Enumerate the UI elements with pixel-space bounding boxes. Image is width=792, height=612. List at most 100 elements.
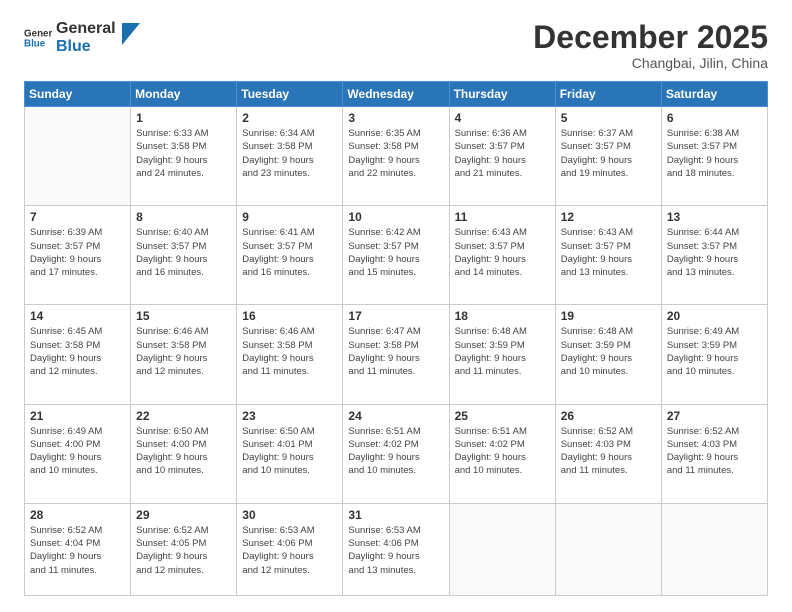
day-info: Sunrise: 6:50 AM Sunset: 4:01 PM Dayligh… <box>242 425 337 478</box>
calendar-cell: 5Sunrise: 6:37 AM Sunset: 3:57 PM Daylig… <box>555 107 661 206</box>
day-number: 18 <box>455 309 550 323</box>
calendar-cell: 25Sunrise: 6:51 AM Sunset: 4:02 PM Dayli… <box>449 404 555 503</box>
calendar-cell <box>449 503 555 595</box>
calendar-header-row: SundayMondayTuesdayWednesdayThursdayFrid… <box>25 82 768 107</box>
day-info: Sunrise: 6:48 AM Sunset: 3:59 PM Dayligh… <box>561 325 656 378</box>
calendar-cell: 10Sunrise: 6:42 AM Sunset: 3:57 PM Dayli… <box>343 206 449 305</box>
day-header-saturday: Saturday <box>661 82 767 107</box>
week-row-3: 14Sunrise: 6:45 AM Sunset: 3:58 PM Dayli… <box>25 305 768 404</box>
calendar-cell: 8Sunrise: 6:40 AM Sunset: 3:57 PM Daylig… <box>131 206 237 305</box>
day-header-monday: Monday <box>131 82 237 107</box>
day-header-thursday: Thursday <box>449 82 555 107</box>
day-number: 20 <box>667 309 762 323</box>
calendar-cell: 14Sunrise: 6:45 AM Sunset: 3:58 PM Dayli… <box>25 305 131 404</box>
week-row-1: 1Sunrise: 6:33 AM Sunset: 3:58 PM Daylig… <box>25 107 768 206</box>
day-number: 11 <box>455 210 550 224</box>
day-number: 26 <box>561 409 656 423</box>
day-info: Sunrise: 6:53 AM Sunset: 4:06 PM Dayligh… <box>242 524 337 577</box>
day-number: 21 <box>30 409 125 423</box>
month-title: December 2025 <box>533 20 768 55</box>
day-number: 2 <box>242 111 337 125</box>
week-row-4: 21Sunrise: 6:49 AM Sunset: 4:00 PM Dayli… <box>25 404 768 503</box>
calendar-cell: 19 Sunrise: 6:48 AM Sunset: 3:59 PM Dayli… <box>555 305 661 404</box>
day-number: 4 <box>455 111 550 125</box>
day-number: 12 <box>561 210 656 224</box>
day-info: Sunrise: 6:46 AM Sunset: 3:58 PM Dayligh… <box>136 325 231 378</box>
calendar-cell: 24 Sunrise: 6:51 AM Sunset: 4:02 PM Dayli… <box>343 404 449 503</box>
day-number: 31 <box>348 508 443 522</box>
calendar-cell <box>661 503 767 595</box>
day-info: Sunrise: 6:41 AM Sunset: 3:57 PM Dayligh… <box>242 226 337 279</box>
day-header-wednesday: Wednesday <box>343 82 449 107</box>
day-info: Sunrise: 6:34 AM Sunset: 3:58 PM Dayligh… <box>242 127 337 180</box>
day-number: 7 <box>30 210 125 224</box>
calendar-cell: 15 Sunrise: 6:46 AM Sunset: 3:58 PM Dayli… <box>131 305 237 404</box>
day-number: 19 <box>561 309 656 323</box>
calendar-cell: 18 Sunrise: 6:48 AM Sunset: 3:59 PM Dayli… <box>449 305 555 404</box>
day-number: 29 <box>136 508 231 522</box>
day-number: 10 <box>348 210 443 224</box>
day-number: 16 <box>242 309 337 323</box>
logo-general: General <box>56 20 116 38</box>
calendar-cell: 9 Sunrise: 6:41 AM Sunset: 3:57 PM Daylig… <box>237 206 343 305</box>
day-info: Sunrise: 6:52 AM Sunset: 4:03 PM Dayligh… <box>667 425 762 478</box>
day-info: Sunrise: 6:49 AM Sunset: 3:59 PM Dayligh… <box>667 325 762 378</box>
day-info: Sunrise: 6:53 AM Sunset: 4:06 PM Dayligh… <box>348 524 443 577</box>
day-info: Sunrise: 6:36 AM Sunset: 3:57 PM Dayligh… <box>455 127 550 180</box>
calendar-cell: 13 Sunrise: 6:44 AM Sunset: 3:57 PM Dayli… <box>661 206 767 305</box>
calendar-cell: 28 Sunrise: 6:52 AM Sunset: 4:04 PM Dayli… <box>25 503 131 595</box>
calendar-cell: 31 Sunrise: 6:53 AM Sunset: 4:06 PM Dayli… <box>343 503 449 595</box>
day-number: 17 <box>348 309 443 323</box>
day-number: 27 <box>667 409 762 423</box>
day-info: Sunrise: 6:50 AM Sunset: 4:00 PM Dayligh… <box>136 425 231 478</box>
day-info: Sunrise: 6:48 AM Sunset: 3:59 PM Dayligh… <box>455 325 550 378</box>
day-number: 14 <box>30 309 125 323</box>
calendar-cell: 27 Sunrise: 6:52 AM Sunset: 4:03 PM Dayli… <box>661 404 767 503</box>
calendar-cell: 2 Sunrise: 6:34 AM Sunset: 3:58 PM Daylig… <box>237 107 343 206</box>
day-info: Sunrise: 6:51 AM Sunset: 4:02 PM Dayligh… <box>455 425 550 478</box>
day-number: 22 <box>136 409 231 423</box>
day-info: Sunrise: 6:44 AM Sunset: 3:57 PM Dayligh… <box>667 226 762 279</box>
day-number: 30 <box>242 508 337 522</box>
header: General Blue General Blue December 2025 … <box>24 20 768 71</box>
day-info: Sunrise: 6:38 AM Sunset: 3:57 PM Dayligh… <box>667 127 762 180</box>
calendar-cell: 21Sunrise: 6:49 AM Sunset: 4:00 PM Dayli… <box>25 404 131 503</box>
day-info: Sunrise: 6:43 AM Sunset: 3:57 PM Dayligh… <box>561 226 656 279</box>
day-number: 28 <box>30 508 125 522</box>
day-number: 23 <box>242 409 337 423</box>
page: General Blue General Blue December 2025 … <box>0 0 792 612</box>
logo: General Blue General Blue <box>24 20 140 55</box>
day-header-friday: Friday <box>555 82 661 107</box>
week-row-5: 28 Sunrise: 6:52 AM Sunset: 4:04 PM Dayli… <box>25 503 768 595</box>
day-number: 6 <box>667 111 762 125</box>
day-info: Sunrise: 6:37 AM Sunset: 3:57 PM Dayligh… <box>561 127 656 180</box>
day-number: 1 <box>136 111 231 125</box>
logo-triangle-icon <box>122 23 140 45</box>
svg-text:Blue: Blue <box>24 38 46 49</box>
day-number: 15 <box>136 309 231 323</box>
calendar-cell: 17 Sunrise: 6:47 AM Sunset: 3:58 PM Dayli… <box>343 305 449 404</box>
day-number: 24 <box>348 409 443 423</box>
day-info: Sunrise: 6:51 AM Sunset: 4:02 PM Dayligh… <box>348 425 443 478</box>
day-info: Sunrise: 6:35 AM Sunset: 3:58 PM Dayligh… <box>348 127 443 180</box>
day-number: 8 <box>136 210 231 224</box>
calendar-cell <box>555 503 661 595</box>
calendar-cell: 29 Sunrise: 6:52 AM Sunset: 4:05 PM Dayli… <box>131 503 237 595</box>
calendar-cell: 22 Sunrise: 6:50 AM Sunset: 4:00 PM Dayli… <box>131 404 237 503</box>
day-number: 3 <box>348 111 443 125</box>
day-header-sunday: Sunday <box>25 82 131 107</box>
calendar-cell: 4 Sunrise: 6:36 AM Sunset: 3:57 PM Daylig… <box>449 107 555 206</box>
calendar-cell: 11 Sunrise: 6:43 AM Sunset: 3:57 PM Dayli… <box>449 206 555 305</box>
day-info: Sunrise: 6:46 AM Sunset: 3:58 PM Dayligh… <box>242 325 337 378</box>
calendar-cell: 26Sunrise: 6:52 AM Sunset: 4:03 PM Dayli… <box>555 404 661 503</box>
calendar-cell: 3 Sunrise: 6:35 AM Sunset: 3:58 PM Daylig… <box>343 107 449 206</box>
calendar-cell: 1Sunrise: 6:33 AM Sunset: 3:58 PM Daylig… <box>131 107 237 206</box>
day-info: Sunrise: 6:47 AM Sunset: 3:58 PM Dayligh… <box>348 325 443 378</box>
day-info: Sunrise: 6:52 AM Sunset: 4:05 PM Dayligh… <box>136 524 231 577</box>
location: Changbai, Jilin, China <box>533 55 768 71</box>
day-info: Sunrise: 6:43 AM Sunset: 3:57 PM Dayligh… <box>455 226 550 279</box>
day-number: 13 <box>667 210 762 224</box>
day-info: Sunrise: 6:52 AM Sunset: 4:04 PM Dayligh… <box>30 524 125 577</box>
day-number: 9 <box>242 210 337 224</box>
calendar-cell: 16 Sunrise: 6:46 AM Sunset: 3:58 PM Dayli… <box>237 305 343 404</box>
